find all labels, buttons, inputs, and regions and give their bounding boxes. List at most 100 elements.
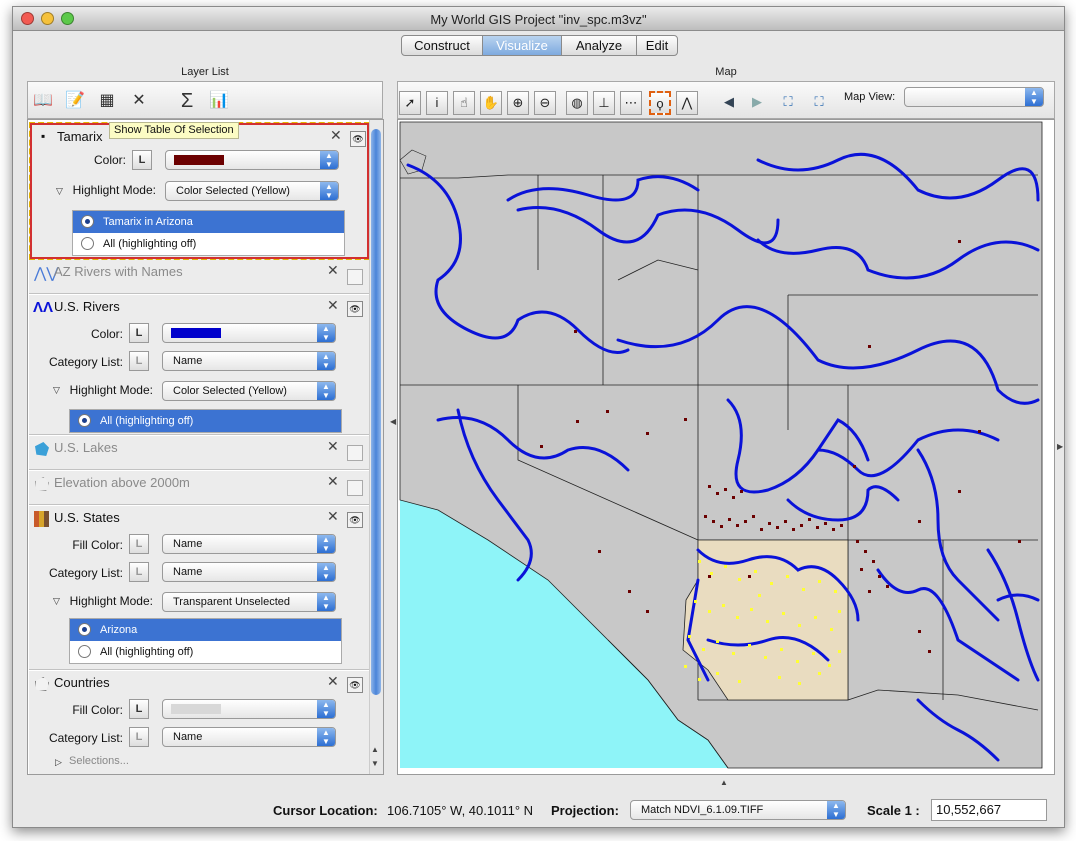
sigma-icon[interactable]: Σ xyxy=(176,90,198,112)
eye-icon[interactable]: 👁 xyxy=(347,512,363,528)
close-icon[interactable]: ✕ xyxy=(330,127,342,144)
disclosure-triangle-icon[interactable]: ▷ xyxy=(55,757,62,768)
eye-icon[interactable]: 👁 xyxy=(347,301,363,317)
layer-us-rivers[interactable]: ΛΛ U.S. Rivers ✕ 👁 Color: L ▲ ▼ Category … xyxy=(29,295,370,435)
edit-notepad-icon[interactable]: 📝 xyxy=(64,90,86,112)
projection-dropdown[interactable]: Match NDVI_6.1.09.TIFF ▲ ▼ xyxy=(630,800,846,820)
layer-elevation[interactable]: Elevation above 2000m ✕ xyxy=(29,471,370,505)
scrollbar-thumb[interactable] xyxy=(371,129,381,695)
disclosure-triangle-icon[interactable]: ▽ xyxy=(56,186,63,197)
open-book-icon[interactable]: 📖 xyxy=(32,90,54,112)
visibility-checkbox[interactable] xyxy=(347,269,363,285)
eye-icon[interactable]: 👁 xyxy=(347,677,363,693)
disclosure-triangle-icon[interactable]: ▽ xyxy=(53,596,60,607)
category-list-dropdown[interactable]: Name ▲ ▼ xyxy=(162,727,336,747)
info-pointer-icon[interactable]: i xyxy=(426,91,448,115)
layer-countries[interactable]: Countries ✕ 👁 Fill Color: L ▲ ▼ Category … xyxy=(29,671,370,774)
map-canvas[interactable] xyxy=(398,120,1054,774)
scroll-up-icon[interactable]: ▲ xyxy=(371,745,379,754)
visibility-checkbox[interactable] xyxy=(347,480,363,496)
scale-input[interactable]: 10,552,667 xyxy=(931,799,1047,821)
map-header: Map xyxy=(715,66,737,78)
selection-list: All (highlighting off) xyxy=(69,409,342,433)
zoom-layer-icon[interactable]: ⛶ xyxy=(808,91,830,115)
chevron-updown-icon: ▲ ▼ xyxy=(827,801,845,819)
lasso-icon[interactable]: ϙ xyxy=(649,91,671,115)
close-icon[interactable]: ✕ xyxy=(327,438,339,455)
highlight-mode-dropdown[interactable]: Transparent Unselected ▲ ▼ xyxy=(162,592,336,612)
tab-edit[interactable]: Edit xyxy=(636,35,678,56)
fill-color-dropdown[interactable]: Name ▲ ▼ xyxy=(162,534,336,554)
close-icon[interactable]: ✕ xyxy=(327,262,339,279)
fill-color-label: Fill Color: xyxy=(72,703,123,717)
zoom-extent-icon[interactable]: ⛶ xyxy=(777,91,799,115)
chevron-updown-icon: ▲ ▼ xyxy=(317,593,335,611)
zoom-out-icon[interactable]: ⊖ xyxy=(534,91,556,115)
forward-arrow-icon[interactable]: ▶ xyxy=(746,91,768,115)
splitter-handle-icon[interactable]: ◀ xyxy=(390,417,396,426)
river-icon: ΛΛ xyxy=(33,299,54,316)
layer-tamarix[interactable]: ▪ Tamarix ✕ 👁 Color: L ▲ ▼ ▽ Highlight Mo… xyxy=(29,122,370,260)
eye-icon[interactable]: 👁 xyxy=(350,131,366,147)
pan-hand-icon[interactable]: ☝ xyxy=(453,91,475,115)
color-swatch xyxy=(171,328,221,338)
back-arrow-icon[interactable]: ◀ xyxy=(718,91,740,115)
projection-label: Projection: xyxy=(551,803,619,818)
selection-option[interactable]: Tamarix in Arizona xyxy=(73,211,344,233)
map-panel[interactable] xyxy=(397,119,1055,775)
measure-icon[interactable]: ⊥ xyxy=(593,91,615,115)
tab-construct[interactable]: Construct xyxy=(401,35,483,56)
chevron-updown-icon: ▲ ▼ xyxy=(320,151,338,169)
legend-style-button[interactable]: L xyxy=(129,562,149,582)
close-icon[interactable]: ✕ xyxy=(327,473,339,490)
visibility-checkbox[interactable] xyxy=(347,445,363,461)
legend-style-button[interactable]: L xyxy=(129,351,149,371)
selection-option[interactable]: All (highlighting off) xyxy=(70,641,341,663)
layer-us-lakes[interactable]: U.S. Lakes ✕ xyxy=(29,436,370,470)
color-dropdown[interactable]: ▲ ▼ xyxy=(162,323,336,343)
zoom-in-icon[interactable]: ⊕ xyxy=(507,91,529,115)
tab-visualize[interactable]: Visualize xyxy=(482,35,562,56)
legend-style-button[interactable]: L xyxy=(132,150,152,170)
globe-icon[interactable]: ◍ xyxy=(566,91,588,115)
table-icon[interactable]: ▦ xyxy=(96,90,118,112)
splitter-handle-icon[interactable]: ▶ xyxy=(1057,442,1063,451)
legend-style-button[interactable]: L xyxy=(129,534,149,554)
category-list-dropdown[interactable]: Name ▲ ▼ xyxy=(162,351,336,371)
histogram-icon[interactable]: 📊 xyxy=(208,90,230,112)
close-icon[interactable]: ✕ xyxy=(327,673,339,690)
highlight-mode-label: Highlight Mode: xyxy=(69,383,153,397)
chevron-updown-icon: ▲ ▼ xyxy=(320,182,338,200)
highlight-mode-dropdown[interactable]: Color Selected (Yellow) ▲ ▼ xyxy=(162,381,336,401)
legend-style-button[interactable]: L xyxy=(129,727,149,747)
selection-option[interactable]: Arizona xyxy=(70,619,341,641)
map-view-dropdown[interactable]: ▲ ▼ xyxy=(904,87,1044,107)
map-resize-handle-icon[interactable]: ▲ xyxy=(720,778,728,787)
close-icon[interactable]: ✕ xyxy=(327,508,339,525)
tab-analyze[interactable]: Analyze xyxy=(561,35,637,56)
rect-select-icon[interactable]: ⋯ xyxy=(620,91,642,115)
disclosure-triangle-icon[interactable]: ▽ xyxy=(53,385,60,396)
color-label: Color: xyxy=(93,153,126,167)
highlight-mode-dropdown[interactable]: Color Selected (Yellow) ▲ ▼ xyxy=(165,181,339,201)
color-dropdown[interactable]: ▲ ▼ xyxy=(165,150,339,170)
close-icon[interactable]: ✕ xyxy=(327,297,339,314)
layer-az-rivers[interactable]: ⋀⋁ AZ Rivers with Names ✕ xyxy=(29,260,370,294)
layer-us-states[interactable]: U.S. States ✕ 👁 Fill Color: L Name ▲ ▼ Cat… xyxy=(29,506,370,670)
projection-value: Match NDVI_6.1.09.TIFF xyxy=(641,804,764,816)
scroll-down-icon[interactable]: ▼ xyxy=(371,759,379,768)
delete-x-icon[interactable]: ✕ xyxy=(128,90,150,112)
category-list-dropdown[interactable]: Name ▲ ▼ xyxy=(162,562,336,582)
selection-option[interactable]: All (highlighting off) xyxy=(70,410,341,432)
grab-hand-icon[interactable]: ✋ xyxy=(480,91,502,115)
category-value: Name xyxy=(173,731,203,743)
profile-icon[interactable]: ⋀ xyxy=(676,91,698,115)
tooltip: Show Table Of Selection xyxy=(109,122,239,139)
selection-option[interactable]: All (highlighting off) xyxy=(73,233,344,255)
legend-style-button[interactable]: L xyxy=(129,323,149,343)
legend-style-button[interactable]: L xyxy=(129,699,149,719)
chevron-updown-icon: ▲ ▼ xyxy=(317,535,335,553)
fill-color-dropdown[interactable]: ▲ ▼ xyxy=(162,699,336,719)
pointer-icon[interactable]: ➚ xyxy=(399,91,421,115)
selections-link[interactable]: Selections... xyxy=(69,755,129,767)
